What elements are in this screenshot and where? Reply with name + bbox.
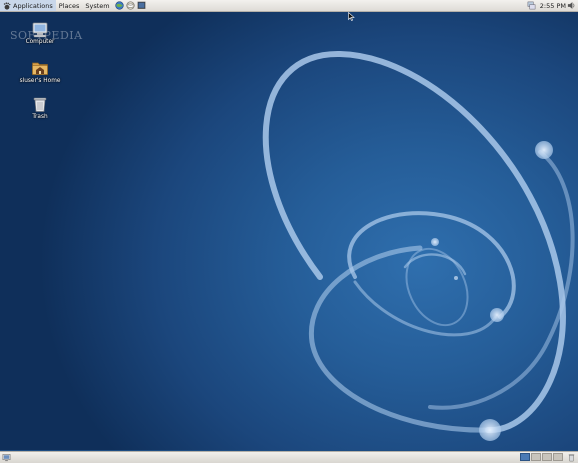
trash-desktop-icon[interactable]: Trash: [18, 95, 62, 120]
workspace-2[interactable]: [531, 453, 541, 461]
workspace-3[interactable]: [542, 453, 552, 461]
home-label: sluser's Home: [19, 78, 61, 84]
applications-label: Applications: [13, 1, 53, 10]
home-desktop-icon[interactable]: sluser's Home: [18, 59, 62, 84]
computer-icon: [32, 22, 48, 38]
mouse-pointer-icon: [348, 12, 355, 21]
home-folder-icon: [32, 62, 48, 75]
workspace-1[interactable]: [520, 453, 530, 461]
terminal-icon[interactable]: [137, 1, 146, 10]
applications-menu[interactable]: Applications: [0, 0, 56, 11]
workspace-4[interactable]: [553, 453, 563, 461]
trash-icon: [33, 97, 47, 112]
computer-desktop-icon[interactable]: Computer: [18, 22, 62, 45]
workspace-switcher[interactable]: [520, 453, 563, 461]
places-menu[interactable]: Places: [56, 0, 83, 11]
top-panel: Applications Places System 2:55 PM: [0, 0, 578, 12]
bottom-panel: [0, 451, 578, 463]
desktop[interactable]: SOFTPEDIA Computer sluser's Home Trash: [0, 12, 578, 450]
places-label: Places: [58, 1, 80, 10]
system-menu[interactable]: System: [82, 0, 112, 11]
clock-time: 2:55 PM: [539, 1, 566, 10]
show-desktop-icon[interactable]: [2, 453, 11, 462]
mail-client-icon[interactable]: [126, 1, 135, 10]
trash-label: Trash: [32, 114, 48, 120]
wallpaper-swirl: [262, 50, 575, 441]
web-browser-icon[interactable]: [115, 1, 124, 10]
network-status-icon[interactable]: [527, 1, 536, 10]
trash-applet-icon[interactable]: [567, 453, 576, 462]
gnome-foot-icon: [3, 1, 11, 10]
computer-label: Computer: [25, 39, 55, 45]
clock[interactable]: 2:55 PM: [540, 0, 566, 11]
volume-icon[interactable]: [567, 1, 576, 10]
system-label: System: [85, 1, 110, 10]
